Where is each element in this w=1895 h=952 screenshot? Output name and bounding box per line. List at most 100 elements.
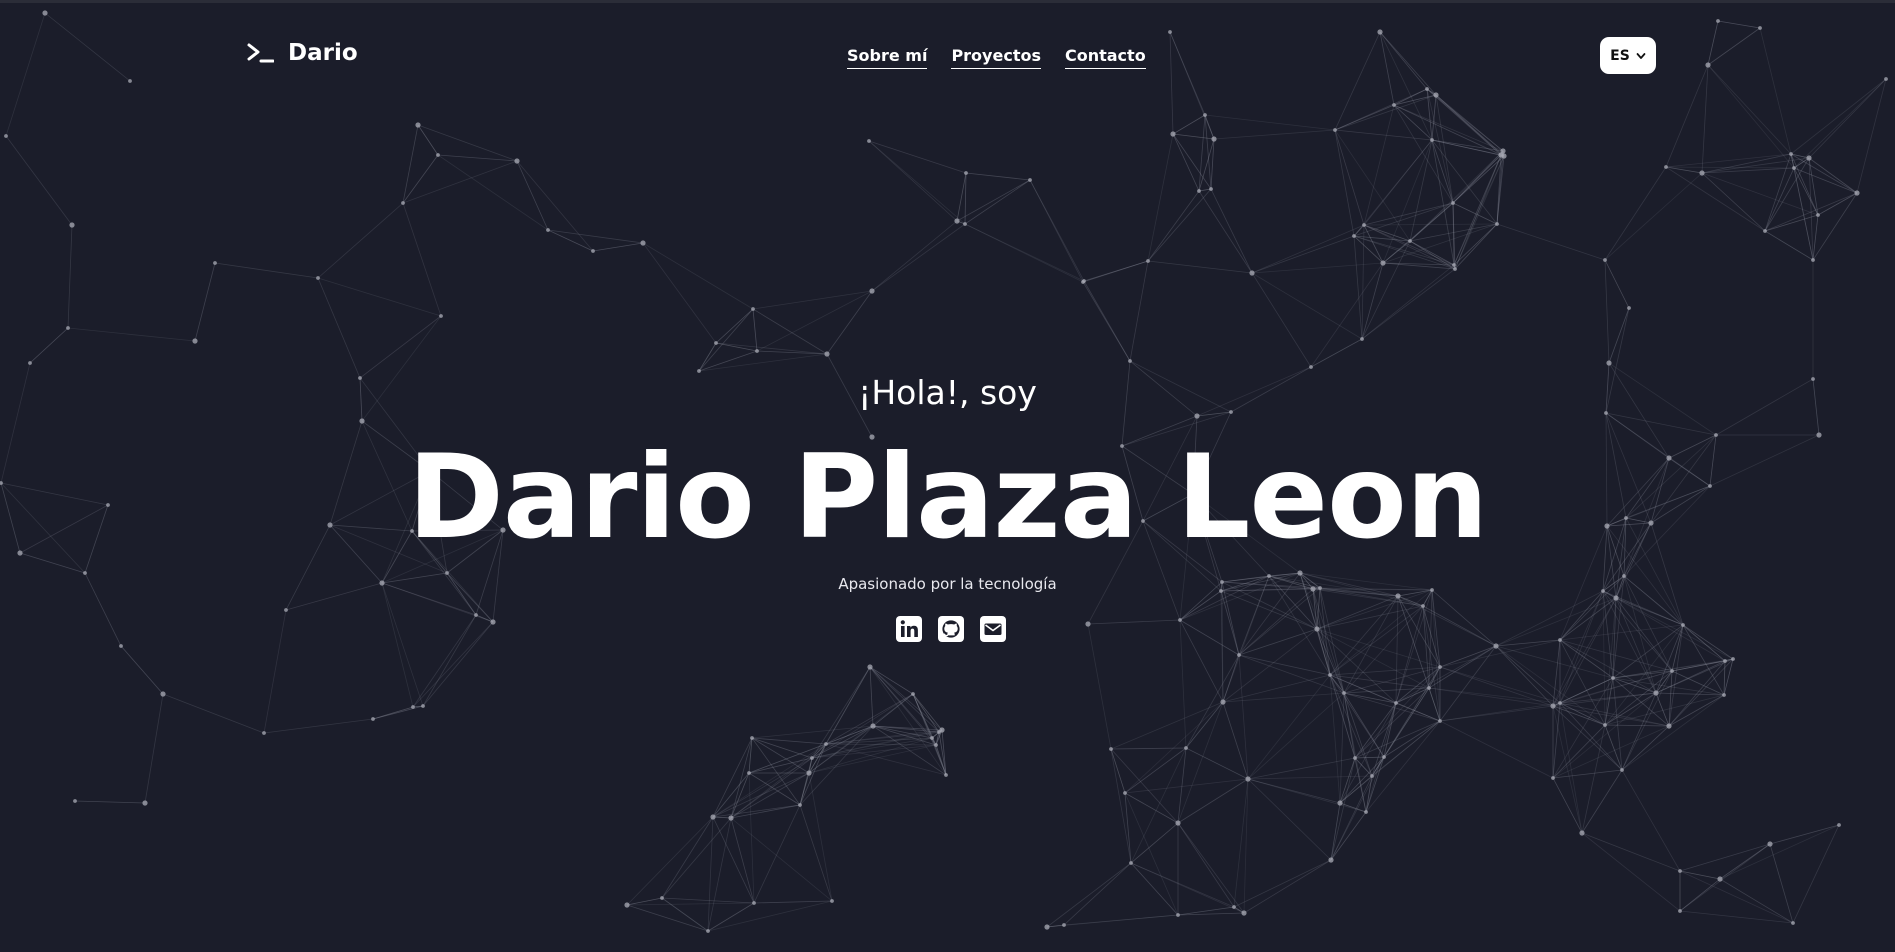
- network-line: [1552, 590, 1604, 707]
- network-line: [1428, 589, 1433, 689]
- network-node: [1791, 921, 1795, 925]
- network-line: [1087, 623, 1112, 750]
- network-line: [1213, 129, 1336, 140]
- network-node: [930, 736, 934, 740]
- network-node: [1209, 187, 1213, 191]
- network-line: [1715, 378, 1814, 436]
- network-node: [379, 580, 385, 586]
- network-line: [661, 897, 709, 932]
- network-node: [1763, 229, 1767, 233]
- network-line: [868, 140, 967, 174]
- github-link[interactable]: [938, 616, 964, 642]
- network-line: [402, 154, 439, 204]
- network-line: [1147, 188, 1212, 262]
- network-node: [1601, 589, 1605, 593]
- network-node: [1175, 820, 1181, 826]
- network-node: [1723, 659, 1727, 663]
- network-line: [1172, 133, 1215, 140]
- network-line: [1220, 575, 1270, 592]
- network-line: [285, 582, 383, 611]
- network-line: [1142, 520, 1222, 592]
- network-node: [1452, 263, 1456, 267]
- network-line: [1233, 859, 1332, 908]
- network-node: [867, 664, 873, 670]
- network-line: [1110, 701, 1224, 750]
- network-line: [422, 614, 477, 707]
- network-node: [411, 705, 415, 709]
- network-line: [1196, 366, 1312, 417]
- network-line: [1251, 272, 1312, 368]
- network-line: [1179, 493, 1194, 621]
- network-line: [1354, 666, 1441, 759]
- network-node: [1604, 411, 1608, 415]
- network-line: [1147, 190, 1200, 262]
- network-line: [1581, 832, 1681, 872]
- network-node: [755, 349, 759, 353]
- network-line: [826, 353, 873, 438]
- network-line: [1238, 654, 1331, 676]
- network-line: [84, 504, 109, 574]
- network-line: [359, 377, 431, 472]
- network-line: [1121, 411, 1232, 447]
- network-line: [1604, 597, 1617, 726]
- network-node: [1353, 756, 1357, 760]
- network-line: [0, 482, 109, 506]
- network-line: [1422, 605, 1441, 722]
- network-line: [1247, 778, 1332, 861]
- network-line: [1812, 192, 1858, 261]
- nav-link-proyectos[interactable]: Proyectos: [951, 46, 1041, 69]
- network-line: [1679, 878, 1721, 912]
- network-line: [359, 377, 363, 422]
- network-line: [1110, 748, 1132, 864]
- network-line: [1552, 705, 1606, 726]
- network-line: [1130, 862, 1235, 908]
- network-line: [1709, 434, 1820, 487]
- network-line: [661, 816, 714, 899]
- network-node: [401, 201, 405, 205]
- network-node: [751, 307, 755, 311]
- email-link[interactable]: [980, 616, 1006, 642]
- network-node: [316, 276, 320, 280]
- language-select[interactable]: ES: [1600, 37, 1656, 74]
- linkedin-link[interactable]: [896, 616, 922, 642]
- github-icon: [938, 616, 964, 642]
- network-line: [1124, 792, 1179, 916]
- network-node: [1203, 113, 1207, 117]
- network-line: [1397, 589, 1433, 597]
- network-line: [1222, 701, 1249, 780]
- network-node: [4, 134, 8, 138]
- network-node: [474, 613, 478, 617]
- network-node: [1328, 673, 1332, 677]
- network-node: [1309, 365, 1313, 369]
- network-node: [624, 902, 630, 908]
- nav-link-contacto[interactable]: Contacto: [1064, 46, 1146, 69]
- network-line: [1220, 590, 1318, 630]
- network-line: [869, 666, 940, 733]
- network-line: [317, 277, 361, 379]
- network-line: [1177, 822, 1245, 914]
- network-line: [1192, 415, 1198, 495]
- network-node: [439, 314, 443, 318]
- network-node: [1430, 138, 1434, 142]
- network-line: [1130, 822, 1179, 864]
- network-line: [869, 666, 937, 746]
- network-line: [263, 609, 287, 734]
- network-node: [1364, 810, 1368, 814]
- network-line: [1238, 588, 1314, 656]
- network-line: [67, 327, 196, 342]
- network-line: [869, 666, 874, 727]
- network-line: [285, 524, 331, 611]
- brand-logo[interactable]: Dario: [246, 39, 358, 67]
- network-node: [1611, 676, 1615, 680]
- nav-link-sobre-mi[interactable]: Sobre mí: [847, 46, 928, 69]
- network-node: [436, 153, 440, 157]
- network-line: [1172, 133, 1212, 190]
- network-node: [1178, 618, 1182, 622]
- network-line: [1147, 133, 1174, 262]
- network-line: [1361, 224, 1365, 340]
- network-node: [1624, 516, 1628, 520]
- network-node: [1714, 433, 1718, 437]
- network-line: [868, 140, 958, 222]
- network-node: [1438, 719, 1442, 723]
- network-line: [1625, 457, 1670, 519]
